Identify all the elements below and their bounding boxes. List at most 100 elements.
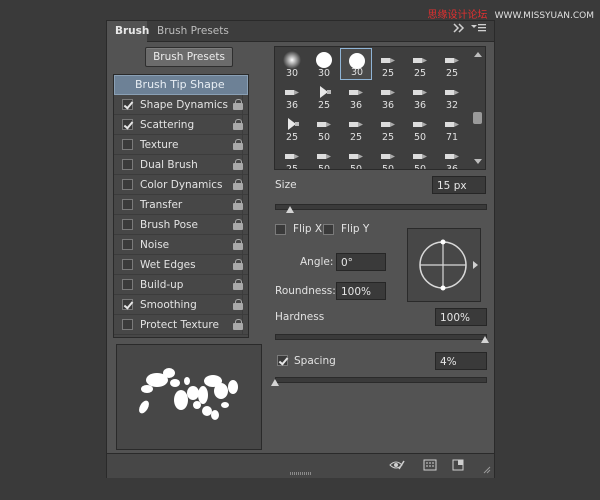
brush-tip-size: 36: [413, 100, 427, 111]
size-slider-thumb[interactable]: [285, 206, 294, 213]
brush-tip-cell[interactable]: 25: [276, 112, 308, 144]
brush-tip-cell[interactable]: 30: [340, 48, 372, 80]
size-slider-track[interactable]: [275, 204, 487, 210]
grid-toggle-icon[interactable]: [423, 459, 437, 471]
brush-tip-cell[interactable]: 50: [404, 144, 436, 169]
lock-icon[interactable]: [233, 119, 243, 130]
option-checkbox[interactable]: [122, 139, 133, 150]
option-checkbox[interactable]: [122, 159, 133, 170]
tab-brush-presets[interactable]: Brush Presets: [149, 21, 237, 41]
hardness-slider-track[interactable]: [275, 334, 487, 340]
option-protect-texture[interactable]: Protect Texture: [114, 315, 248, 335]
option-color-dynamics[interactable]: Color Dynamics: [114, 175, 248, 195]
angle-crosshair-icon[interactable]: [408, 229, 480, 301]
option-checkbox[interactable]: [122, 119, 133, 130]
flip-x-checkbox[interactable]: [275, 224, 286, 235]
option-checkbox[interactable]: [122, 319, 133, 330]
brush-tip-size: 25: [445, 68, 459, 79]
brush-tip-cell[interactable]: 71: [436, 112, 468, 144]
new-preset-icon[interactable]: [451, 459, 465, 471]
spacing-checkbox[interactable]: [277, 355, 288, 366]
lock-icon[interactable]: [233, 219, 243, 230]
brush-tip-cell[interactable]: 50: [308, 144, 340, 169]
option-brush-pose[interactable]: Brush Pose: [114, 215, 248, 235]
brush-tip-cell[interactable]: 25: [404, 48, 436, 80]
lock-icon[interactable]: [233, 279, 243, 290]
resize-grip-icon[interactable]: [479, 464, 493, 476]
brush-tip-cell[interactable]: 25: [276, 144, 308, 169]
option-checkbox[interactable]: [122, 99, 133, 110]
brush-tip-cell[interactable]: 25: [372, 48, 404, 80]
option-checkbox[interactable]: [122, 299, 133, 310]
angle-arrow-icon[interactable]: [473, 261, 478, 269]
option-checkbox[interactable]: [122, 179, 133, 190]
brush-tip-cell[interactable]: 25: [308, 80, 340, 112]
brush-tip-cell[interactable]: 36: [276, 80, 308, 112]
scroll-down-icon[interactable]: [474, 159, 482, 164]
brush-grid-scrollbar[interactable]: [471, 46, 486, 170]
brush-tip-cell[interactable]: 36: [404, 80, 436, 112]
option-checkbox[interactable]: [122, 239, 133, 250]
lock-icon[interactable]: [233, 239, 243, 250]
lock-icon[interactable]: [233, 99, 243, 110]
brush-options-list: Brush Tip Shape Shape Dynamics Scattering…: [113, 74, 249, 338]
option-checkbox[interactable]: [122, 279, 133, 290]
spacing-slider-track[interactable]: [275, 377, 487, 383]
spacing-slider-thumb[interactable]: [271, 379, 279, 386]
brush-tip-cell[interactable]: 50: [308, 112, 340, 144]
option-checkbox[interactable]: [122, 219, 133, 230]
hardness-slider-thumb[interactable]: [481, 336, 489, 343]
brush-tip-cell[interactable]: 25: [340, 112, 372, 144]
brush-tip-cell[interactable]: 36: [340, 80, 372, 112]
option-checkbox[interactable]: [122, 199, 133, 210]
roundness-field[interactable]: 100%: [336, 282, 386, 300]
lock-icon[interactable]: [233, 199, 243, 210]
scroll-thumb[interactable]: [473, 112, 482, 124]
flip-y-checkbox[interactable]: [323, 224, 334, 235]
option-shape-dynamics[interactable]: Shape Dynamics: [114, 95, 248, 115]
lock-icon[interactable]: [233, 159, 243, 170]
option-transfer[interactable]: Transfer: [114, 195, 248, 215]
brush-presets-button[interactable]: Brush Presets: [145, 47, 233, 67]
lock-icon[interactable]: [233, 179, 243, 190]
angle-roundness-widget[interactable]: [407, 228, 481, 302]
option-dual-brush[interactable]: Dual Brush: [114, 155, 248, 175]
option-wet-edges[interactable]: Wet Edges: [114, 255, 248, 275]
brush-tip-cell[interactable]: 32: [436, 80, 468, 112]
option-label: Noise: [140, 239, 170, 251]
panel-menu-icon[interactable]: [471, 23, 487, 39]
lock-icon[interactable]: [233, 259, 243, 270]
option-brush-tip-shape[interactable]: Brush Tip Shape: [114, 75, 248, 95]
option-checkbox[interactable]: [122, 259, 133, 270]
option-label: Brush Tip Shape: [135, 78, 225, 91]
brush-tip-cell[interactable]: 50: [404, 112, 436, 144]
brush-tip-size: 30: [317, 68, 331, 79]
brush-tip-cell[interactable]: 36: [372, 80, 404, 112]
brush-tip-cell[interactable]: 30: [308, 48, 340, 80]
brush-tip-cell[interactable]: 25: [436, 48, 468, 80]
option-texture[interactable]: Texture: [114, 135, 248, 155]
brush-tip-size: 30: [350, 67, 364, 78]
brush-tip-cell[interactable]: 30: [276, 48, 308, 80]
lock-icon[interactable]: [233, 299, 243, 310]
angle-field[interactable]: 0°: [336, 253, 386, 271]
spacing-field[interactable]: 4%: [435, 352, 487, 370]
tab-brush[interactable]: Brush: [107, 21, 149, 42]
panel-resize-handle[interactable]: [290, 472, 312, 475]
option-noise[interactable]: Noise: [114, 235, 248, 255]
brush-tip-cell[interactable]: 50: [372, 144, 404, 169]
hardness-field[interactable]: 100%: [435, 308, 487, 326]
double-chevron-right-icon[interactable]: [451, 23, 467, 39]
brush-tip-cell[interactable]: 25: [372, 112, 404, 144]
scroll-up-icon[interactable]: [474, 52, 482, 57]
size-field[interactable]: 15 px: [432, 176, 486, 194]
brush-tip-cell[interactable]: 50: [340, 144, 372, 169]
lock-icon[interactable]: [233, 139, 243, 150]
option-label: Build-up: [140, 279, 184, 291]
option-scattering[interactable]: Scattering: [114, 115, 248, 135]
brush-tip-cell[interactable]: 36: [436, 144, 468, 169]
lock-icon[interactable]: [233, 319, 243, 330]
option-build-up[interactable]: Build-up: [114, 275, 248, 295]
eye-brush-icon[interactable]: [389, 459, 405, 471]
option-smoothing[interactable]: Smoothing: [114, 295, 248, 315]
